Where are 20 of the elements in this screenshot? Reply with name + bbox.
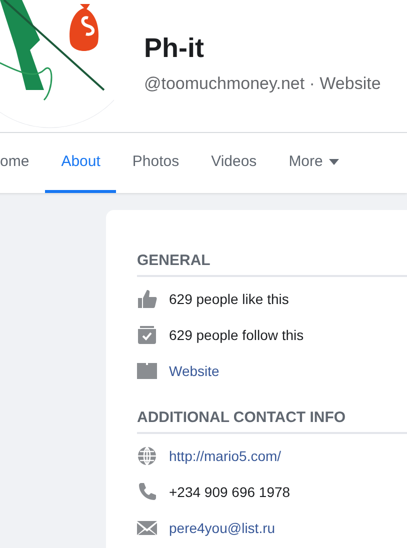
nav-tab[interactable]: About (45, 133, 116, 193)
info-text: +234 909 696 1978 (169, 484, 290, 500)
nav-tab[interactable]: Videos (195, 133, 273, 193)
page-subtitle: @toomuchmoney.net · Website (144, 74, 381, 94)
info-link[interactable]: pere4you@list.ru (169, 520, 276, 536)
section-heading: GENERAL (137, 252, 407, 277)
info-text: 629 people like this (169, 291, 289, 307)
likes-icon (137, 289, 157, 309)
nav-tab[interactable]: More (272, 133, 355, 193)
phone-icon (137, 482, 157, 502)
follows-icon (137, 325, 157, 345)
info-link[interactable]: http://mario5.com/ (169, 448, 282, 464)
web-icon (137, 446, 157, 466)
info-link[interactable]: Website (169, 363, 220, 379)
nav-tab[interactable]: Photos (116, 133, 196, 193)
info-text: 629 people follow this (169, 327, 304, 343)
section-heading: ADDITIONAL CONTACT INFO (137, 409, 407, 434)
nav-tab[interactable]: ome (0, 133, 46, 193)
page-name: Ph-it (144, 32, 205, 65)
email-icon (137, 518, 157, 538)
